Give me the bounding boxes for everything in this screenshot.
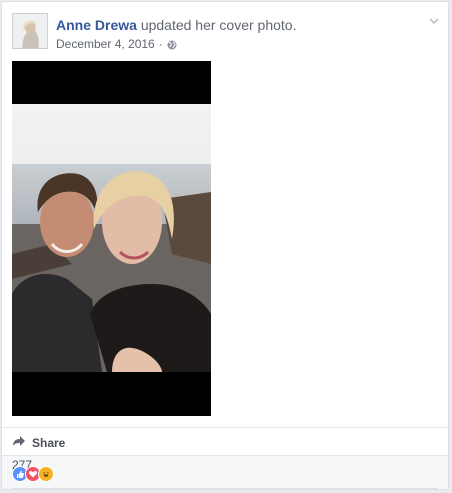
divider <box>12 488 438 489</box>
share-button[interactable]: Share <box>12 434 65 452</box>
haha-reaction-icon <box>38 466 54 482</box>
post-actions-bar: Share <box>2 427 448 458</box>
meta-separator: · <box>158 37 163 51</box>
reactions-summary[interactable]: 277 <box>2 455 448 489</box>
reaction-icons <box>12 466 54 482</box>
share-label: Share <box>32 436 66 450</box>
share-arrow-icon <box>12 434 26 452</box>
cover-photo-image <box>12 104 211 372</box>
post-action-text: updated her cover photo. <box>140 17 297 33</box>
post-headline: Anne Drewa updated her cover photo. <box>56 16 296 34</box>
cover-photo[interactable] <box>12 61 211 416</box>
globe-icon[interactable] <box>167 39 177 50</box>
post-timestamp[interactable]: December 4, 2016 <box>56 37 155 51</box>
author-name-link[interactable]: Anne Drewa <box>56 17 137 33</box>
post-card: Anne Drewa updated her cover photo. Dece… <box>1 1 449 490</box>
post-meta: December 4, 2016 · <box>56 37 177 51</box>
chevron-down-icon[interactable] <box>428 14 440 26</box>
author-avatar[interactable] <box>12 13 48 49</box>
